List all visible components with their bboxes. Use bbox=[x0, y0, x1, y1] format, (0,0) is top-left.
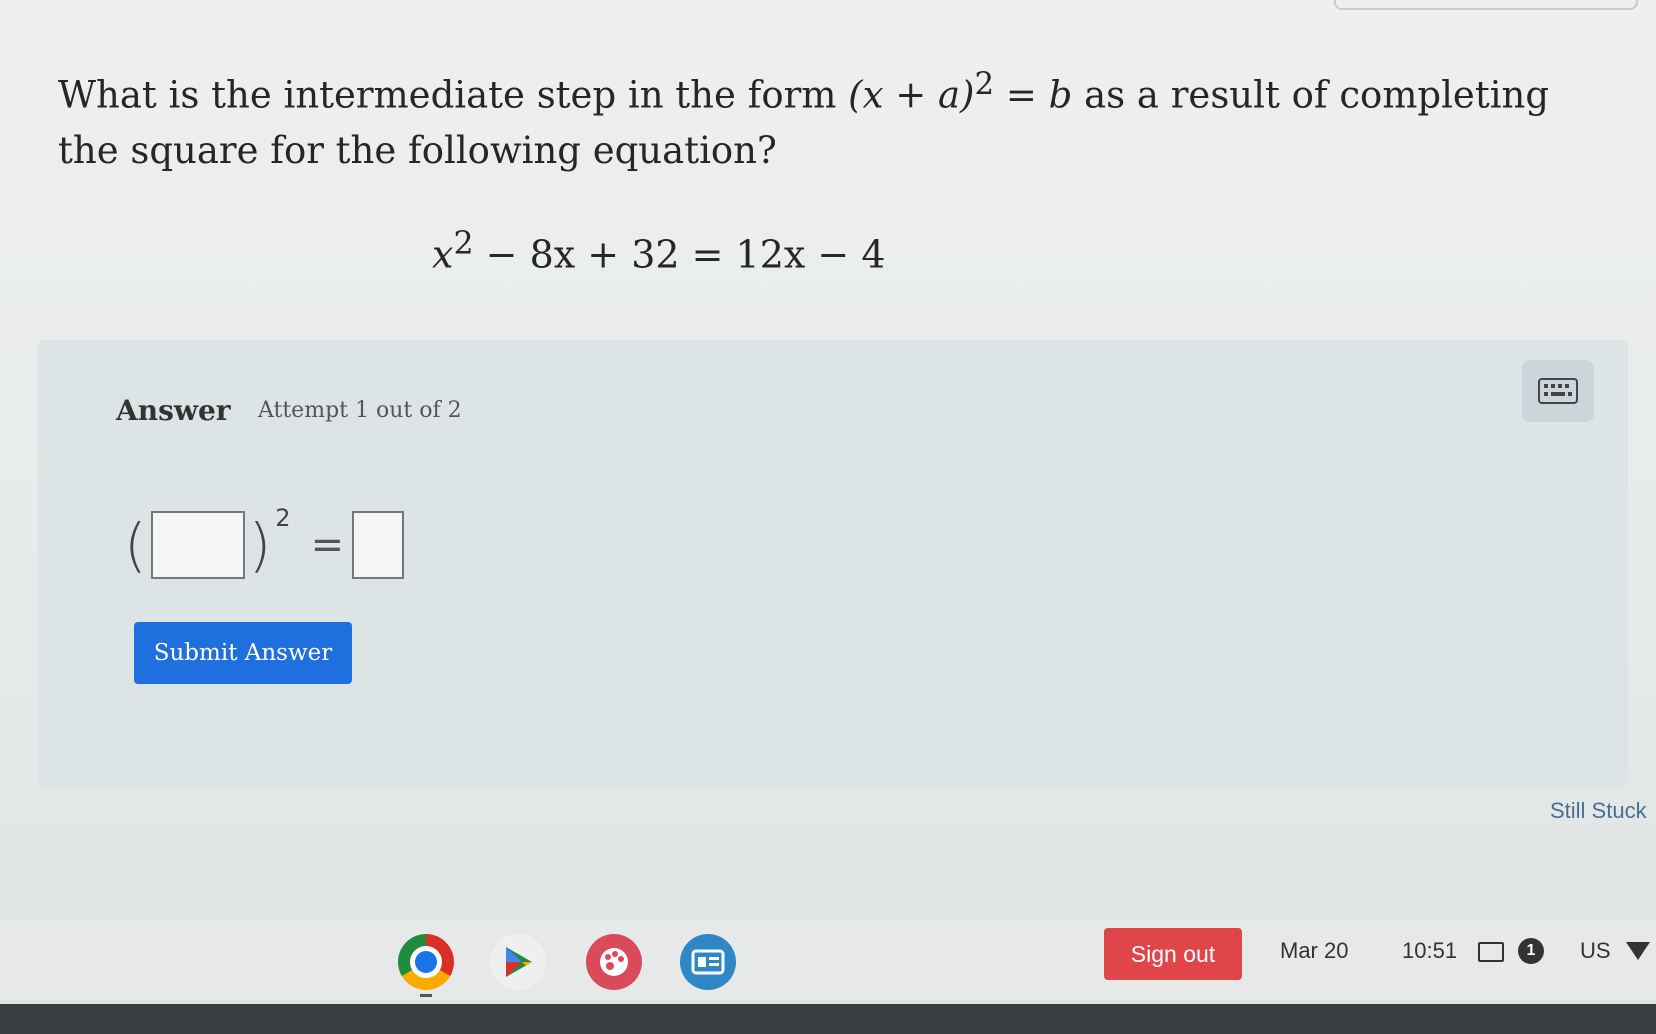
classroom-icon[interactable] bbox=[680, 934, 736, 990]
keyboard-icon bbox=[1538, 378, 1578, 404]
equation-exponent: 2 bbox=[453, 226, 474, 262]
question-form-exponent: 2 bbox=[974, 66, 995, 102]
top-tab bbox=[1334, 0, 1638, 10]
wifi-icon[interactable] bbox=[1626, 942, 1650, 960]
question-text-before: What is the intermediate step in the for… bbox=[58, 73, 849, 117]
chrome-icon[interactable] bbox=[398, 934, 454, 990]
play-triangle-icon bbox=[506, 947, 532, 977]
running-indicator bbox=[420, 994, 432, 997]
answer-input-a[interactable] bbox=[150, 511, 245, 579]
submit-answer-button[interactable]: Submit Answer bbox=[134, 622, 352, 684]
answer-equals: = bbox=[310, 522, 345, 568]
keyboard-button[interactable] bbox=[1522, 360, 1594, 422]
palette-shape-icon bbox=[600, 948, 628, 976]
close-paren: ) bbox=[248, 511, 272, 579]
equation-rest: − 8x + 32 = 12x − 4 bbox=[473, 232, 886, 277]
play-store-icon[interactable] bbox=[490, 934, 546, 990]
question-text: What is the intermediate step in the for… bbox=[58, 56, 1618, 179]
bezel bbox=[0, 1004, 1656, 1034]
classroom-board-icon bbox=[691, 949, 725, 975]
language-indicator[interactable]: US bbox=[1580, 938, 1611, 964]
still-stuck-link[interactable]: Still Stuck bbox=[1550, 798, 1647, 824]
answer-expression: ( ) 2 = bbox=[124, 500, 405, 590]
question-form: (x + a) bbox=[848, 73, 975, 117]
answer-title: Answer bbox=[116, 394, 231, 427]
sign-out-button[interactable]: Sign out bbox=[1104, 928, 1242, 980]
tray-time[interactable]: 10:51 bbox=[1402, 938, 1457, 964]
tray-date[interactable]: Mar 20 bbox=[1280, 938, 1348, 964]
notification-badge[interactable]: 1 bbox=[1518, 938, 1544, 964]
answer-exponent: 2 bbox=[275, 504, 291, 532]
equation-lhs: x bbox=[432, 232, 454, 277]
attempt-counter: Attempt 1 out of 2 bbox=[258, 398, 462, 423]
palette-icon[interactable] bbox=[586, 934, 642, 990]
screen-capture-icon[interactable] bbox=[1478, 942, 1504, 962]
question-form-rhs: = b bbox=[994, 73, 1073, 117]
equation: x2 − 8x + 32 = 12x − 4 bbox=[432, 226, 886, 277]
answer-input-b[interactable] bbox=[352, 511, 405, 579]
open-paren: ( bbox=[124, 511, 147, 579]
